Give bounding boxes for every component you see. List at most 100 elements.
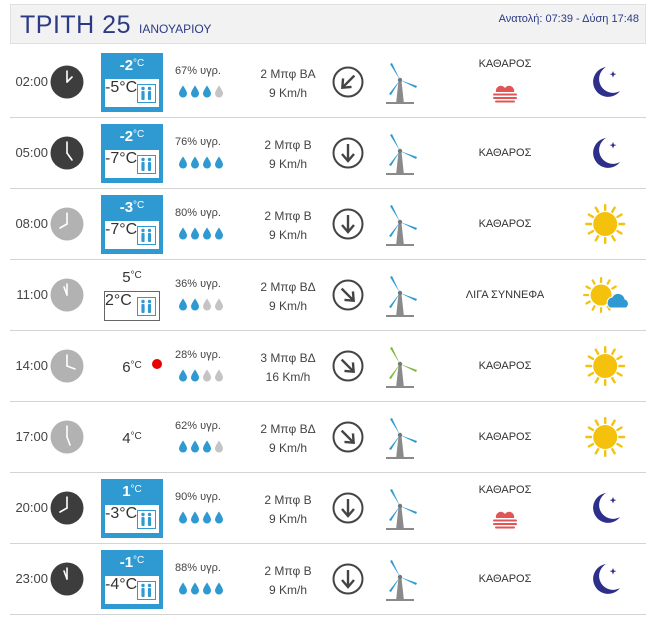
wind-speed: 9 Km/h: [268, 512, 307, 526]
wind-info: 2 Μπφ Β 9 Km/h: [248, 562, 328, 600]
condition: ΚΑΘΑΡΟΣ: [420, 473, 590, 543]
wind-speed: 16 Km/h: [265, 370, 311, 384]
wind-info: 3 Μπφ ΒΔ 16 Km/h: [248, 349, 328, 387]
water-drop-icon: [191, 369, 199, 382]
water-drop-icon: [191, 582, 199, 595]
unit-label: °C: [130, 270, 142, 281]
condition: ΚΑΘΑΡΟΣ: [420, 47, 590, 117]
time-label: 02:00: [15, 74, 48, 89]
water-drop-icon: [203, 227, 211, 240]
person-icon: [137, 510, 156, 529]
day-title: ΤΡΙΤΗ 25: [20, 11, 131, 39]
humidity-drops: [178, 227, 226, 241]
temperature-value: 5°C: [122, 269, 142, 286]
wind-beaufort: 2 Μπφ ΒΔ: [260, 422, 316, 436]
temperature-value: 4°C: [122, 430, 142, 447]
condition: ΚΑΘΑΡΟΣ: [420, 402, 590, 472]
unit-label: °C: [130, 431, 142, 442]
clock-icon: [50, 349, 84, 383]
water-drop-icon: [215, 227, 223, 240]
moon-icon: [593, 564, 620, 594]
water-drop-icon: [179, 369, 187, 382]
forecast-row: 14:00 6°C 28% υγρ. 3 Μπφ ΒΔ 16 Km/h ΚΑΘΑΡΟΣ: [10, 331, 646, 402]
wind-info: 2 Μπφ ΒΔ 9 Km/h: [248, 420, 328, 458]
wind-info: 2 Μπφ Β 9 Km/h: [248, 207, 328, 245]
clock-icon: [50, 420, 84, 454]
humidity-label: 36% υγρ.: [175, 278, 221, 290]
wind-turbine-icon: [386, 63, 417, 104]
feels-like-box: -7°C: [104, 149, 160, 179]
humidity-drops: [178, 298, 226, 312]
unit-label: °C: [133, 555, 145, 566]
fog-icon: [493, 511, 517, 529]
feels-like-box: -3°C: [104, 504, 160, 534]
clock-icon: [50, 491, 84, 525]
humidity-drops: [178, 85, 226, 99]
sun-icon: [585, 346, 626, 386]
hourly-forecast-list: 02:00 -2°C -5°C 67% υγρ. 2 Μπφ ΒΑ 9 Km/h ΚΑΘΑΡ…: [10, 47, 646, 615]
water-drop-icon: [215, 298, 223, 311]
water-drop-icon: [191, 298, 199, 311]
water-drop-icon: [179, 227, 187, 240]
condition-label: ΚΑΘΑΡΟΣ: [478, 431, 532, 443]
moon-icon: [593, 493, 620, 523]
wind-direction-icon: [332, 137, 364, 169]
humidity-label: 62% υγρ.: [175, 420, 221, 432]
clock-icon: [50, 65, 84, 99]
day-header: ΤΡΙΤΗ 25 ΙΑΝΟΥΑΡΙΟΥ Ανατολή: 07:39 - Δύσ…: [10, 4, 646, 44]
unit-label: °C: [130, 360, 142, 371]
warning-dot: [152, 359, 162, 369]
fog-icon: [493, 85, 517, 103]
condition-label: ΚΑΘΑΡΟΣ: [478, 218, 532, 230]
water-drop-icon: [179, 156, 187, 169]
wind-speed: 9 Km/h: [268, 86, 307, 100]
wind-info: 2 Μπφ ΒΑ 9 Km/h: [248, 65, 328, 103]
condition: ΛΙΓΑ ΣΥΝΝΕΦΑ: [420, 260, 590, 330]
water-drop-icon: [215, 156, 223, 169]
humidity-label: 67% υγρ.: [175, 65, 221, 77]
unit-label: °C: [133, 200, 145, 211]
wind-beaufort: 2 Μπφ Β: [264, 493, 312, 507]
sun-icon: [585, 417, 626, 457]
humidity-label: 76% υγρ.: [175, 136, 221, 148]
wind-direction-icon: [332, 350, 364, 382]
wind-info: 2 Μπφ ΒΔ 9 Km/h: [248, 278, 328, 316]
time-label: 11:00: [16, 287, 48, 302]
humidity-label: 28% υγρ.: [175, 349, 221, 361]
humidity-label: 88% υγρ.: [175, 562, 221, 574]
clock-icon: [50, 278, 84, 312]
water-drop-icon: [179, 511, 187, 524]
water-drop-icon: [203, 369, 211, 382]
humidity-drops: [178, 369, 226, 383]
condition: ΚΑΘΑΡΟΣ: [420, 118, 590, 188]
water-drop-icon: [215, 369, 223, 382]
water-drop-icon: [203, 440, 211, 453]
wind-turbine-icon: [386, 347, 417, 388]
water-drop-icon: [203, 156, 211, 169]
condition: ΚΑΘΑΡΟΣ: [420, 544, 590, 614]
time-label: 05:00: [15, 145, 48, 160]
moon-icon: [593, 138, 620, 168]
wind-speed: 9 Km/h: [268, 583, 307, 597]
sun-cloud-icon: [583, 277, 628, 313]
temperature-box: 5°C 2°C: [101, 266, 163, 325]
condition-label: ΚΑΘΑΡΟΣ: [478, 573, 532, 585]
humidity-label: 90% υγρ.: [175, 491, 221, 503]
forecast-row: 17:00 4°C 62% υγρ. 2 Μπφ ΒΔ 9 Km/h ΚΑΘΑΡΟΣ: [10, 402, 646, 473]
person-icon: [137, 155, 156, 174]
sun-icon: [585, 204, 626, 244]
temperature-box: -1°C -4°C: [101, 550, 163, 609]
condition-label: ΚΑΘΑΡΟΣ: [478, 58, 532, 70]
water-drop-icon: [179, 85, 187, 98]
feels-like-box: -4°C: [104, 575, 160, 605]
wind-beaufort: 2 Μπφ Β: [264, 209, 312, 223]
temperature-value: -2°C: [119, 57, 145, 74]
unit-label: °C: [133, 129, 145, 140]
humidity-drops: [178, 511, 226, 525]
water-drop-icon: [191, 440, 199, 453]
wind-turbine-icon: [386, 276, 417, 317]
condition-label: ΚΑΘΑΡΟΣ: [478, 360, 532, 372]
wind-speed: 9 Km/h: [268, 441, 307, 455]
temperature-value: -3°C: [119, 199, 145, 216]
condition-label: ΚΑΘΑΡΟΣ: [478, 484, 532, 496]
